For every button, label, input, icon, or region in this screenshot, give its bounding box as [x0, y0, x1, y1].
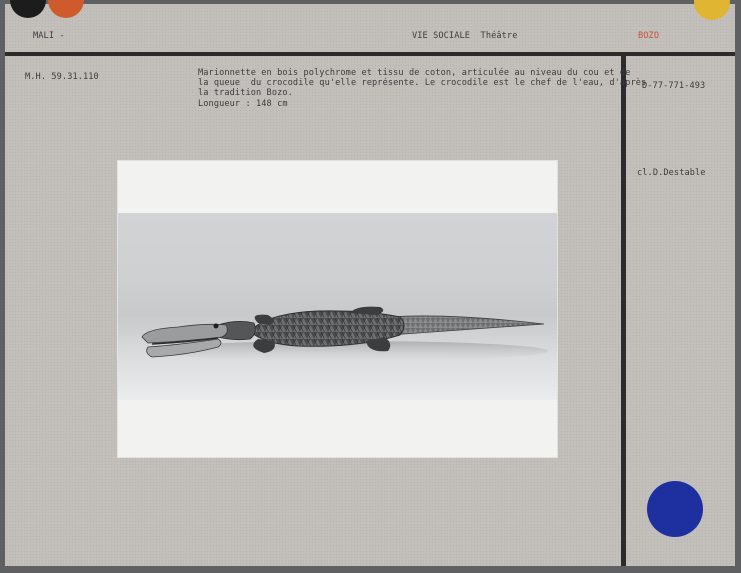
length-label: Longueur : 148 cm: [198, 99, 288, 109]
description-line-3: la tradition Bozo.: [198, 88, 293, 98]
description-line-2: la queue du crocodile qu'elle représente…: [198, 78, 647, 88]
crocodile-leg-front: [254, 314, 274, 325]
inventory-number: M.H. 59.31.110: [25, 72, 99, 82]
people-label: BOZO: [638, 31, 660, 41]
crocodile-puppet-image: [141, 306, 548, 361]
side-column-divider: [621, 56, 626, 566]
crocodile-eye: [213, 323, 219, 329]
crocodile-tail: [389, 315, 545, 336]
crocodile-puppet-photo: [118, 213, 557, 400]
negative-number: D-77-771-493: [642, 81, 706, 91]
photo-mount: [117, 160, 558, 458]
photo-credit: cl.D.Destable: [637, 168, 706, 178]
category-label: VIE SOCIALE Théâtre: [412, 31, 518, 41]
description-line-1: Marionnette en bois polychrome et tissu …: [198, 68, 631, 78]
country-label: MALI -: [33, 31, 65, 41]
blue-marker-dot: [647, 481, 703, 537]
